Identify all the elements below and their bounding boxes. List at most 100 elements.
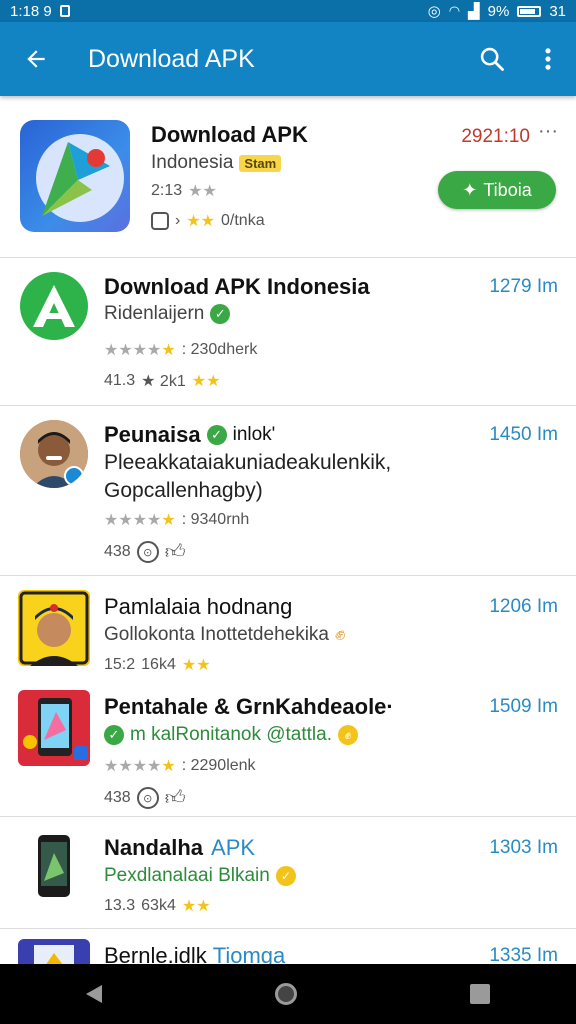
star-icon: ★★ bbox=[188, 183, 217, 200]
alarm-icon: ◎ bbox=[427, 3, 441, 20]
lightning-icon: ✦ bbox=[462, 179, 478, 200]
app-name-text: Peunaisa bbox=[104, 422, 201, 447]
app-subtitle: Indonesia Stam bbox=[151, 152, 282, 174]
star-icon: ★★ bbox=[186, 213, 216, 230]
battery-icon bbox=[517, 5, 542, 17]
app-name-suffix: inlok' bbox=[232, 424, 276, 445]
nav-back-button[interactable] bbox=[76, 975, 112, 1013]
thumbs-up-icon: 👍︎ bbox=[164, 787, 186, 809]
meta-number: 13.3 bbox=[104, 897, 136, 914]
meta-row: 438 ⊙ 👍︎ bbox=[104, 786, 186, 810]
meta-text: ★ 2k1 bbox=[141, 373, 186, 390]
app-size: 1279 Im bbox=[489, 276, 558, 297]
app-description-line: Gopcallenhagby) bbox=[104, 479, 263, 502]
app-name-suffix: APK bbox=[211, 835, 256, 860]
star-icon: ★★★★★ bbox=[104, 342, 176, 359]
star-icon: ★★ bbox=[181, 657, 211, 674]
install-label: Tiboia bbox=[483, 179, 532, 200]
battery-percent: 9% bbox=[487, 2, 510, 20]
triangle-back-icon bbox=[86, 985, 103, 1003]
app-subtitle-text: Indonesia bbox=[151, 152, 234, 173]
app-list: Download APK Indonesia Stam 2:13 ★★ › ★★… bbox=[0, 96, 576, 989]
verified-icon: ✓ bbox=[104, 725, 124, 745]
rating-row: ★★★★★ : 2290lenk bbox=[104, 756, 256, 776]
meta-row: 13.3 63k4 ★★ bbox=[104, 896, 211, 916]
app-subtitle: Pexdlanalaai Blkain ✓ bbox=[104, 865, 296, 887]
avatar bbox=[20, 420, 88, 488]
app-size: 2921:10 bbox=[461, 126, 530, 147]
meta-row: 15:2 16k4 ★★ bbox=[104, 655, 211, 675]
back-button[interactable] bbox=[0, 22, 72, 96]
app-name: Peunaisa ✓ inlok' bbox=[104, 422, 275, 448]
meta-row: › ★★ 0/tnka bbox=[151, 211, 265, 231]
list-item[interactable]: Pamlalaia hodnang Gollokonta Inottetdehe… bbox=[0, 576, 576, 680]
verified-icon: ✓ bbox=[206, 425, 227, 445]
meta-text: 63k4 bbox=[141, 897, 176, 914]
meta-text: 0/tnka bbox=[221, 212, 265, 229]
app-size: 1450 Im bbox=[489, 424, 558, 445]
meta-number: 41.3 bbox=[104, 372, 136, 389]
app-subtitle-text: Ridenlaijern bbox=[104, 303, 205, 324]
list-item[interactable]: Peunaisa ✓ inlok' Pleeakkataiakuniadeaku… bbox=[0, 406, 576, 576]
rating-row: ★★★★★ : 9340rnh bbox=[104, 510, 249, 530]
more-icon[interactable]: ··· bbox=[538, 120, 558, 143]
list-item[interactable]: Pentahale & GrnKahdeaole· ✓ m kalRonitan… bbox=[0, 680, 576, 817]
signal-icon: ▟ bbox=[468, 3, 480, 20]
overflow-menu-button[interactable] bbox=[520, 22, 576, 96]
arrow-back-icon bbox=[27, 50, 45, 68]
search-icon bbox=[480, 47, 504, 71]
rating-circle-icon: ⊙ bbox=[136, 541, 159, 563]
app-subtitle-text: m kalRonitanok @tattla. bbox=[130, 724, 332, 745]
thumb-emoji-icon: ✊︎ bbox=[335, 624, 346, 645]
status-extra: 31 bbox=[549, 2, 566, 20]
verified-icon bbox=[64, 466, 84, 486]
verified-icon: ✓ bbox=[275, 866, 296, 886]
search-button[interactable] bbox=[464, 22, 520, 96]
app-size: 1206 Im bbox=[489, 596, 558, 617]
nav-home-button[interactable] bbox=[265, 973, 307, 1015]
app-size: 1303 Im bbox=[489, 837, 558, 858]
app-subtitle: Gollokonta Inottetdehekika ✊︎ bbox=[104, 624, 345, 646]
nav-recents-button[interactable] bbox=[460, 974, 500, 1014]
thumb-emoji-icon: ✊︎ bbox=[338, 725, 358, 745]
meta-number: 438 bbox=[104, 789, 131, 806]
list-item[interactable]: Download APK Indonesia Ridenlaijern ✓ ★★… bbox=[0, 258, 576, 406]
meta-text: 16k4 bbox=[141, 656, 176, 673]
sim-icon bbox=[59, 5, 70, 17]
meta-row: 438 ⊙ 👍︎ bbox=[104, 540, 186, 564]
app-icon bbox=[20, 272, 88, 340]
verified-icon: ✓ bbox=[210, 304, 231, 324]
rating-text: : 9340rnh bbox=[181, 511, 250, 528]
star-icon: ★★ bbox=[181, 898, 211, 915]
status-bar: 1:18 9 ◎ ◠ ▟ 9% 31 bbox=[0, 0, 576, 22]
rating-circle-icon: ⊙ bbox=[136, 787, 159, 809]
circle-home-icon bbox=[274, 983, 297, 1005]
list-item[interactable]: Download APK Indonesia Stam 2:13 ★★ › ★★… bbox=[0, 96, 576, 258]
app-description-line: Pleeakkataiakuniadeakulenkik, bbox=[104, 451, 392, 474]
list-item[interactable]: Nandalha APK Pexdlanalaai Blkain ✓ 13.3 … bbox=[0, 817, 576, 929]
rating-text: : 2290lenk bbox=[181, 757, 256, 774]
app-subtitle: Ridenlaijern ✓ bbox=[104, 303, 231, 325]
app-name: Download APK bbox=[151, 122, 308, 147]
status-badge: Stam bbox=[239, 154, 282, 172]
app-subtitle-text: Gollokonta Inottetdehekika bbox=[104, 624, 329, 645]
app-icon bbox=[18, 690, 90, 766]
app-icon bbox=[36, 833, 72, 899]
star-icon: ★★★★★ bbox=[104, 758, 176, 775]
meta-number: 438 bbox=[104, 543, 131, 560]
install-button[interactable]: ✦ Tiboia bbox=[438, 171, 556, 209]
app-name-text: Nandalha bbox=[104, 835, 204, 860]
thumbs-up-icon: 👍︎ bbox=[164, 541, 186, 563]
rating-row: 2:13 ★★ bbox=[151, 181, 217, 201]
app-subtitle: ✓ m kalRonitanok @tattla. ✊︎ bbox=[104, 724, 358, 746]
rating-row: ★★★★★ : 230dherk bbox=[104, 340, 257, 360]
rating-value: 2:13 bbox=[151, 182, 183, 199]
status-time: 1:18 9 bbox=[10, 2, 52, 20]
app-bar: Download APK bbox=[0, 22, 576, 96]
meta-number: 15:2 bbox=[104, 656, 136, 673]
more-vert-icon bbox=[545, 48, 551, 70]
app-size: 1509 Im bbox=[489, 696, 558, 717]
rating-text: : 230dherk bbox=[181, 341, 258, 358]
app-name: Pamlalaia hodnang bbox=[104, 594, 293, 619]
app-name: Nandalha APK bbox=[104, 835, 255, 861]
